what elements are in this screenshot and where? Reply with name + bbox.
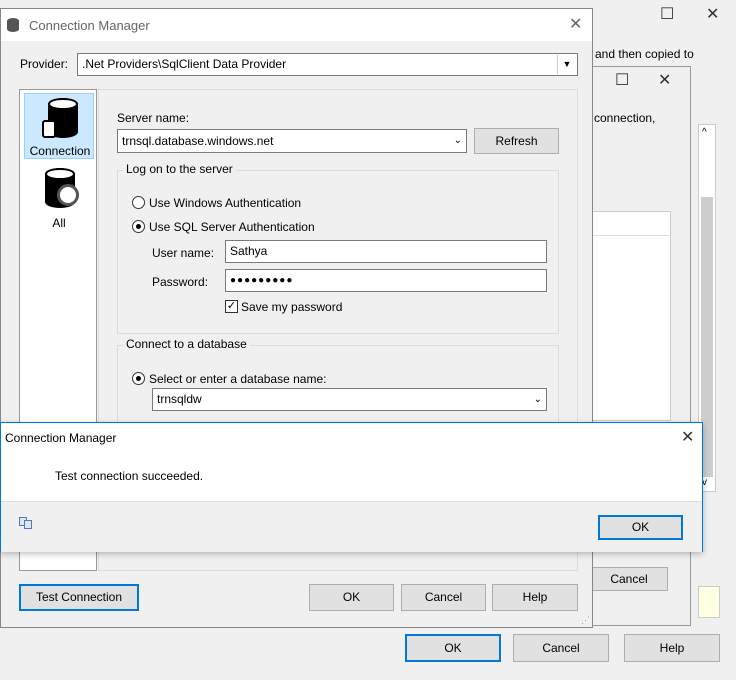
sql-auth-label[interactable]: Use SQL Server Authentication	[149, 220, 315, 234]
chevron-down-icon[interactable]: ⌄	[534, 389, 542, 410]
help-button[interactable]: Help	[492, 584, 578, 611]
bg-cancel-bottom-button[interactable]: Cancel	[513, 634, 609, 662]
resize-grip-icon[interactable]: ⋰	[581, 615, 590, 626]
bg-partial-text-1: and then copied to	[595, 47, 694, 61]
bg-ok-button[interactable]: OK	[405, 634, 501, 662]
nav-label-connection: Connection	[29, 144, 91, 158]
dialog-footer: OK	[1, 501, 702, 552]
provider-select[interactable]: .Net Providers\SqlClient Data Provider ▼	[77, 53, 578, 76]
bg-partial-text-2: connection,	[594, 111, 656, 125]
maximize-icon[interactable]: ☐	[615, 73, 629, 89]
copy-icon[interactable]	[19, 517, 33, 529]
maximize-icon[interactable]: ☐	[660, 7, 674, 23]
database-value: trnsqldw	[157, 392, 202, 406]
username-label: User name:	[152, 246, 215, 260]
refresh-button[interactable]: Refresh	[474, 128, 559, 154]
select-db-radio[interactable]	[132, 372, 145, 385]
server-name-value: trnsql.database.windows.net	[122, 134, 274, 148]
database-group: Connect to a database Select or enter a …	[117, 337, 559, 425]
logon-group: Log on to the server Use Windows Authent…	[117, 162, 559, 334]
close-icon[interactable]: ✕	[681, 430, 694, 446]
nav-item-all[interactable]: All	[24, 164, 94, 230]
database-wrench-icon	[41, 168, 81, 212]
sql-auth-radio[interactable]	[132, 220, 145, 233]
database-group-title: Connect to a database	[123, 337, 250, 351]
chevron-down-icon[interactable]: ⌄	[454, 130, 462, 152]
close-icon[interactable]: ✕	[658, 73, 671, 89]
provider-value: .Net Providers\SqlClient Data Provider	[82, 57, 287, 71]
ok-button[interactable]: OK	[309, 584, 394, 611]
database-combo[interactable]: trnsqldw ⌄	[152, 388, 547, 411]
close-icon[interactable]: ✕	[706, 7, 719, 23]
scroll-up-icon[interactable]: ^	[702, 127, 707, 138]
dropdown-arrow-icon[interactable]: ▼	[557, 55, 576, 74]
database-icon	[7, 18, 19, 32]
server-name-combo[interactable]: trnsql.database.windows.net ⌄	[117, 129, 467, 153]
password-input[interactable]: ●●●●●●●●●	[225, 269, 547, 292]
cancel-button[interactable]: Cancel	[401, 584, 486, 611]
windows-auth-label[interactable]: Use Windows Authentication	[149, 196, 301, 210]
title-bar: Connection Manager ✕	[1, 9, 592, 41]
close-icon[interactable]: ✕	[569, 17, 582, 33]
result-dialog: Connection Manager ✕ Test connection suc…	[0, 422, 703, 552]
save-password-label[interactable]: Save my password	[241, 300, 342, 314]
bg-cancel-button[interactable]: Cancel	[590, 567, 668, 591]
select-db-label[interactable]: Select or enter a database name:	[149, 372, 326, 386]
window-title: Connection Manager	[29, 18, 150, 33]
username-input[interactable]: Sathya	[225, 240, 547, 263]
provider-label: Provider:	[20, 57, 69, 71]
database-plug-icon	[42, 98, 78, 142]
dialog-ok-button[interactable]: OK	[598, 515, 683, 540]
save-password-checkbox[interactable]: ✓	[225, 300, 238, 313]
nav-label-all: All	[52, 216, 66, 230]
server-name-label: Server name:	[117, 111, 190, 125]
password-label: Password:	[152, 275, 209, 289]
bg-list-panel	[591, 211, 671, 421]
bg-help-button[interactable]: Help	[624, 634, 720, 662]
test-connection-button[interactable]: Test Connection	[19, 584, 139, 611]
logon-group-title: Log on to the server	[123, 162, 236, 176]
windows-auth-radio[interactable]	[132, 196, 145, 209]
nav-item-connection[interactable]: Connection	[24, 93, 94, 159]
dialog-title: Connection Manager	[5, 431, 117, 445]
dialog-message: Test connection succeeded.	[55, 469, 204, 483]
